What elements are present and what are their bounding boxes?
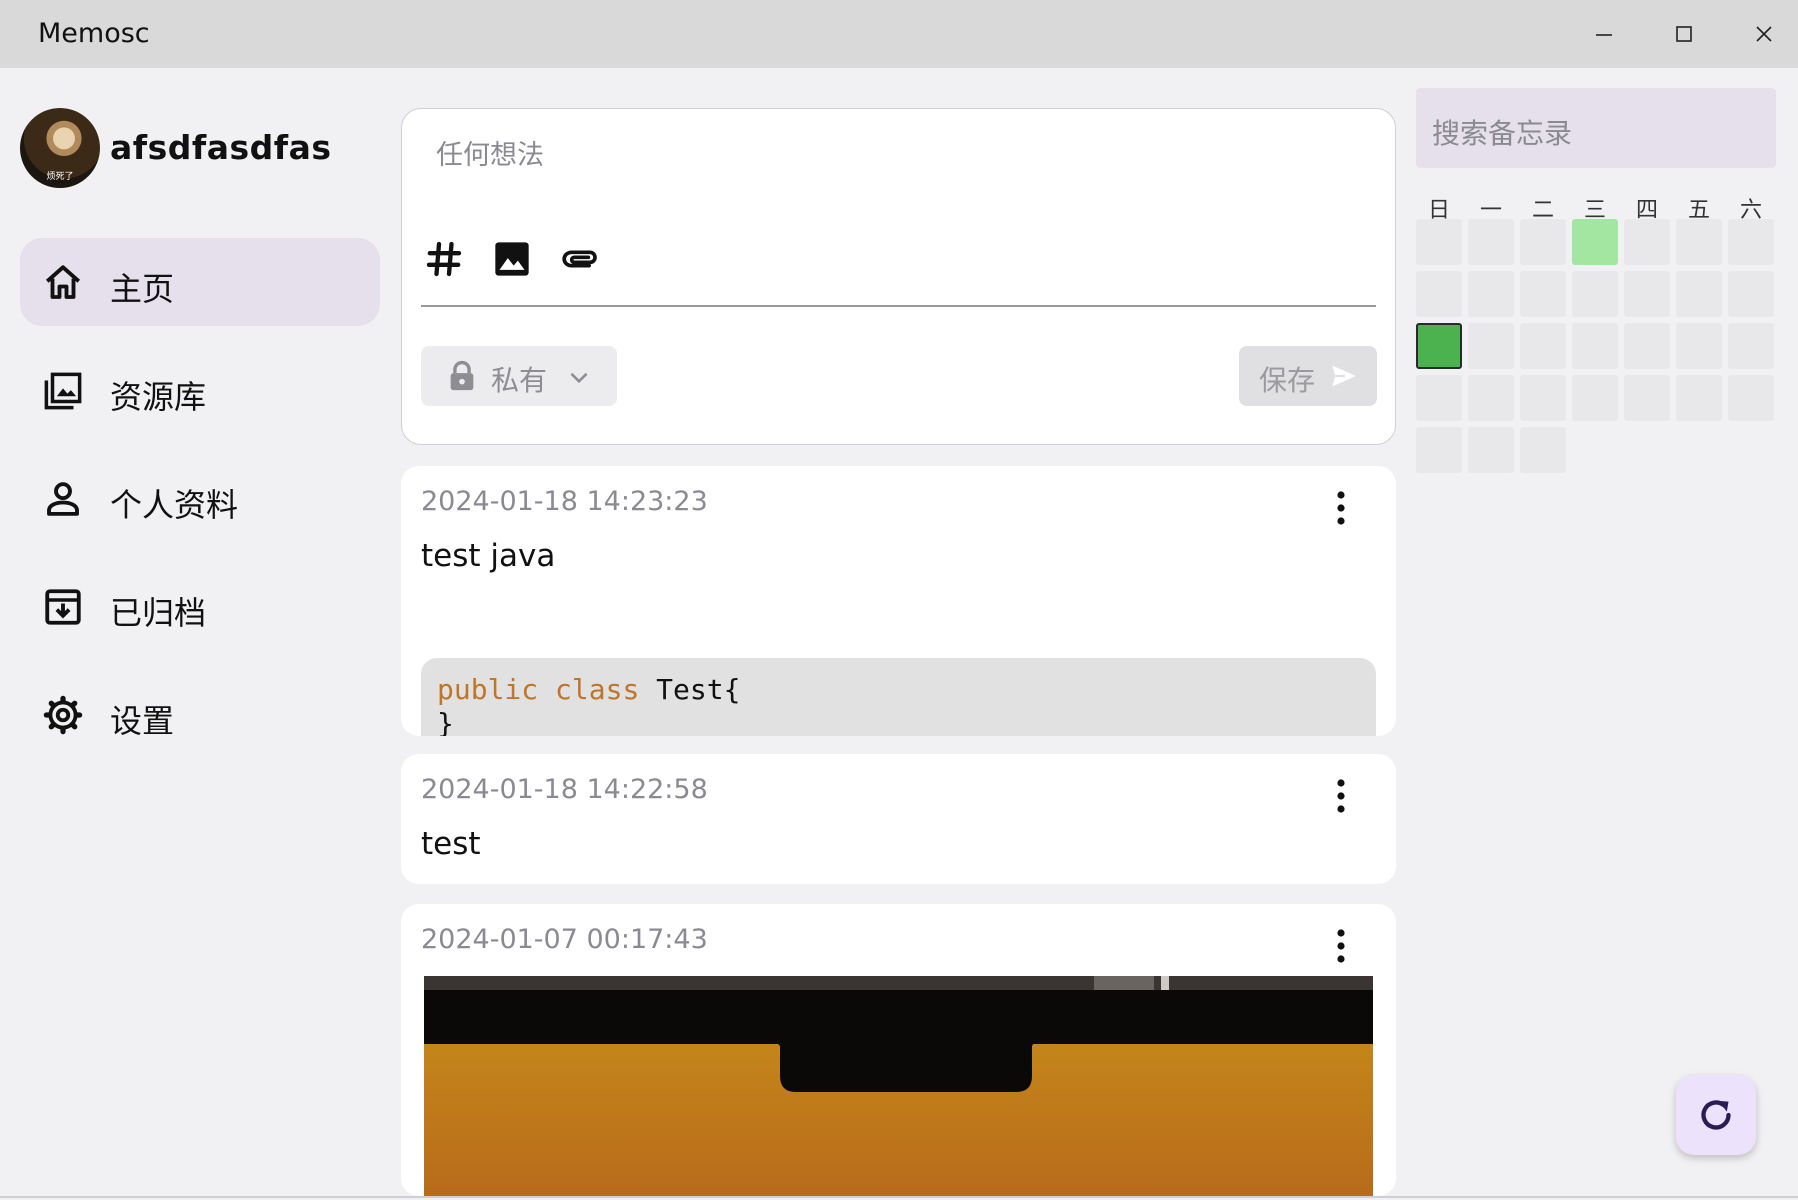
sidebar-item-label: 个人资料: [110, 486, 239, 524]
search-input[interactable]: 搜索备忘录: [1416, 88, 1776, 168]
calendar-day[interactable]: [1520, 427, 1566, 473]
calendar-day[interactable]: [1468, 323, 1514, 369]
calendar-day[interactable]: [1728, 219, 1774, 265]
avatar-caption: 烦死了: [46, 172, 74, 182]
calendar-day[interactable]: [1416, 219, 1462, 265]
title-bar: Memosc: [0, 0, 1798, 68]
memo-card: 2024-01-18 14:23:23 test java public cla…: [401, 466, 1396, 736]
calendar-day[interactable]: [1572, 219, 1618, 265]
calendar-day[interactable]: [1624, 219, 1670, 265]
calendar-day[interactable]: [1624, 323, 1670, 369]
editor-input[interactable]: 任何想法: [436, 133, 544, 172]
calendar-day[interactable]: [1676, 375, 1722, 421]
chevron-down-icon: [570, 372, 588, 384]
close-icon[interactable]: [1748, 18, 1780, 50]
username: afsdfasdfas: [110, 128, 332, 167]
send-icon: [1332, 365, 1356, 387]
calendar-day[interactable]: [1624, 271, 1670, 317]
calendar-day[interactable]: [1520, 323, 1566, 369]
gear-icon: [42, 694, 84, 736]
person-icon: [42, 478, 84, 520]
calendar-day[interactable]: [1728, 323, 1774, 369]
code-keyword: class: [555, 673, 640, 706]
sidebar-item-label: 已归档: [110, 594, 207, 632]
calendar-day[interactable]: [1728, 271, 1774, 317]
hashtag-icon[interactable]: [424, 239, 464, 279]
visibility-label: 私有: [491, 364, 548, 397]
memo-image[interactable]: [424, 976, 1373, 1196]
sidebar-item-home[interactable]: 主页: [20, 238, 380, 326]
code-text: Test{: [656, 673, 741, 706]
calendar-day[interactable]: [1572, 271, 1618, 317]
calendar-day[interactable]: [1468, 271, 1514, 317]
gallery-icon: [42, 370, 84, 412]
more-options-icon[interactable]: [1329, 488, 1353, 528]
visibility-dropdown[interactable]: 私有: [421, 346, 617, 406]
memo-timestamp: 2024-01-07 00:17:43: [421, 924, 708, 955]
memo-timestamp: 2024-01-18 14:23:23: [421, 486, 708, 517]
maximize-icon[interactable]: [1668, 18, 1700, 50]
more-options-icon[interactable]: [1329, 776, 1353, 816]
sidebar-item-label: 主页: [110, 270, 175, 308]
editor-divider: [421, 305, 1376, 307]
laptop-photo: [424, 976, 1373, 1092]
sidebar-item-resources[interactable]: 资源库: [20, 346, 380, 434]
sidebar-item-profile[interactable]: 个人资料: [20, 454, 380, 542]
calendar-day[interactable]: [1468, 219, 1514, 265]
refresh-button[interactable]: [1676, 1075, 1756, 1155]
calendar-day[interactable]: [1416, 375, 1462, 421]
calendar-day[interactable]: [1676, 219, 1722, 265]
sidebar-item-settings[interactable]: 设置: [20, 670, 380, 758]
calendar-day[interactable]: [1676, 271, 1722, 317]
memo-timestamp: 2024-01-18 14:22:58: [421, 774, 708, 805]
archive-icon: [42, 586, 84, 628]
app-title: Memosc: [38, 18, 150, 49]
sidebar-item-label: 资源库: [110, 378, 207, 416]
home-icon: [42, 262, 84, 304]
calendar-day[interactable]: [1416, 323, 1462, 369]
attachment-icon[interactable]: [560, 239, 600, 279]
code-line: public class Test{: [437, 673, 740, 706]
calendar-day[interactable]: [1468, 427, 1514, 473]
calendar-day[interactable]: [1520, 375, 1566, 421]
calendar-day[interactable]: [1572, 375, 1618, 421]
memo-text: test: [421, 826, 481, 862]
calendar-day[interactable]: [1572, 323, 1618, 369]
more-options-icon[interactable]: [1329, 926, 1353, 966]
sidebar-item-archived[interactable]: 已归档: [20, 562, 380, 650]
save-button[interactable]: 保存: [1239, 346, 1377, 406]
calendar-day[interactable]: [1520, 271, 1566, 317]
minimize-icon[interactable]: [1588, 18, 1620, 50]
sidebar-item-label: 设置: [110, 702, 175, 740]
code-line: }: [437, 707, 454, 736]
image-icon[interactable]: [492, 239, 532, 279]
calendar-day[interactable]: [1728, 375, 1774, 421]
code-block: public class Test{ }: [421, 658, 1376, 736]
calendar-day[interactable]: [1468, 375, 1514, 421]
calendar-day[interactable]: [1416, 271, 1462, 317]
memo-card: 2024-01-07 00:17:43: [401, 904, 1396, 1196]
window-bottom-border: [0, 1196, 1798, 1198]
refresh-icon: [1701, 1100, 1731, 1130]
calendar-day[interactable]: [1416, 427, 1462, 473]
save-label: 保存: [1259, 364, 1316, 397]
avatar[interactable]: 烦死了: [20, 108, 100, 188]
code-keyword: public: [437, 673, 539, 706]
calendar-day[interactable]: [1520, 219, 1566, 265]
calendar-day[interactable]: [1676, 323, 1722, 369]
search-placeholder: 搜索备忘录: [1432, 117, 1573, 150]
memo-editor[interactable]: 任何想法 私有 保存: [401, 108, 1396, 445]
memo-card: 2024-01-18 14:22:58 test: [401, 754, 1396, 884]
calendar-day[interactable]: [1624, 375, 1670, 421]
memo-text: test java: [421, 538, 556, 574]
lock-icon: [450, 360, 474, 391]
